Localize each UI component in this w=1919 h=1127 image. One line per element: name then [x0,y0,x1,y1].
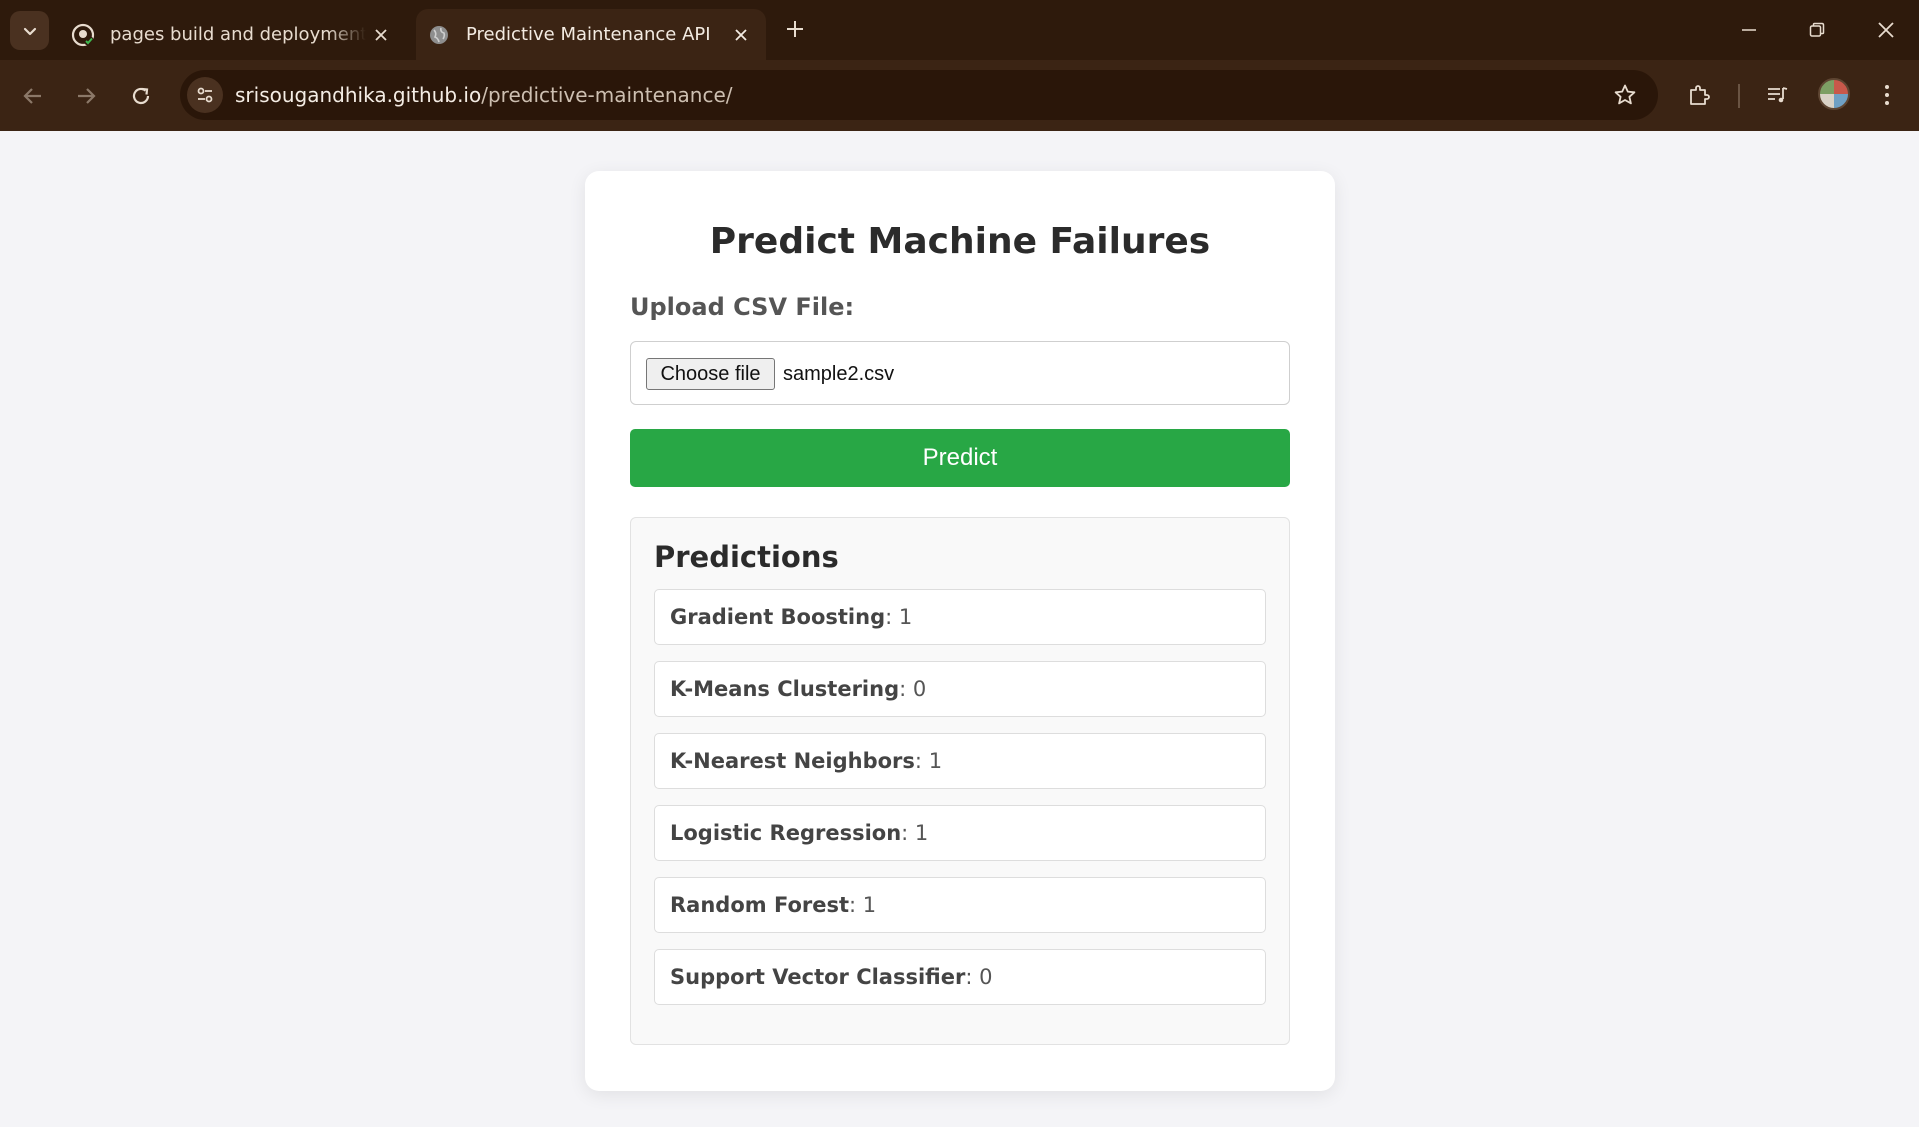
prediction-value: 1 [914,821,929,845]
minimize-button[interactable] [1724,10,1774,50]
model-name: K-Means Clustering [670,677,900,701]
reload-icon [132,87,150,105]
model-name: Support Vector Classifier [670,965,966,989]
url-text[interactable]: srisougandhika.github.io/predictive-main… [235,70,733,120]
forward-button[interactable] [68,78,104,114]
model-name: Gradient Boosting [670,605,886,629]
predictions-heading: Predictions [654,540,839,574]
media-controls-button[interactable] [1758,76,1796,114]
restore-icon [1809,22,1825,37]
predict-button[interactable]: Predict [630,429,1290,487]
site-info-button[interactable] [187,77,223,113]
selected-file-name: sample2.csv [783,363,895,385]
reload-button[interactable] [123,78,159,114]
prediction-value: 0 [979,965,993,989]
address-bar[interactable]: srisougandhika.github.io/predictive-main… [180,70,1658,120]
prediction-item: K-Nearest Neighbors: 1 [654,733,1266,789]
close-icon[interactable] [366,20,396,50]
bookmark-button[interactable] [1610,80,1640,110]
prediction-item: Support Vector Classifier: 0 [654,949,1266,1005]
browser-chrome: pages build and deployment · S Predictiv… [0,0,1919,131]
restore-button[interactable] [1792,10,1842,50]
arrow-right-icon [78,88,96,104]
tab-title: Predictive Maintenance API [466,24,711,45]
main-card: Predict Machine Failures Upload CSV File… [585,171,1335,1091]
prediction-value: 1 [928,749,943,773]
chevron-down-icon [23,27,36,35]
minimize-icon [1742,29,1756,31]
plus-icon [787,21,803,37]
github-icon [70,22,96,48]
choose-file-button[interactable]: Choose file [646,358,775,390]
model-name: Logistic Regression [670,821,902,845]
file-input[interactable]: Choose file sample2.csv [630,341,1290,405]
tab-predictive-maintenance[interactable]: Predictive Maintenance API [416,9,766,60]
puzzle-icon [1690,85,1710,105]
tab-strip: pages build and deployment · S Predictiv… [0,0,1919,60]
toolbar: srisougandhika.github.io/predictive-main… [0,60,1919,131]
new-tab-button[interactable] [780,14,810,44]
predictions-panel: Predictions Gradient Boosting: 1 K-Means… [630,517,1290,1045]
star-icon [1614,84,1636,105]
globe-icon [426,22,452,48]
prediction-value: 1 [898,605,913,629]
prediction-item: K-Means Clustering: 0 [654,661,1266,717]
close-icon[interactable] [726,20,756,50]
queue-music-icon [1768,87,1788,103]
tab-title: pages build and deployment · S [110,24,366,45]
upload-label: Upload CSV File: [630,293,855,321]
extensions-button[interactable] [1680,76,1718,114]
close-window-button[interactable] [1861,10,1911,50]
tab-search-button[interactable] [10,11,49,50]
prediction-item: Logistic Regression: 1 [654,805,1266,861]
toolbar-separator [1738,84,1740,108]
page-title: Predict Machine Failures [709,221,1211,262]
back-button[interactable] [15,78,51,114]
url-path: /predictive-maintenance/ [481,83,733,107]
prediction-value: 0 [912,677,927,701]
tab-pages-build[interactable]: pages build and deployment · S [60,9,406,60]
tune-icon [197,87,213,103]
url-host: srisougandhika.github.io [235,83,482,107]
prediction-value: 1 [862,893,877,917]
predictions-list: Gradient Boosting: 1 K-Means Clustering:… [654,589,1266,1021]
prediction-item: Gradient Boosting: 1 [654,589,1266,645]
more-vert-icon [1885,85,1889,105]
model-name: Random Forest [670,893,850,917]
model-name: K-Nearest Neighbors [670,749,915,773]
profile-avatar[interactable] [1818,78,1850,110]
close-icon [1878,22,1894,38]
menu-button[interactable] [1868,76,1906,114]
prediction-item: Random Forest: 1 [654,877,1266,933]
page-viewport: Predict Machine Failures Upload CSV File… [0,131,1919,1127]
arrow-left-icon [23,88,41,104]
